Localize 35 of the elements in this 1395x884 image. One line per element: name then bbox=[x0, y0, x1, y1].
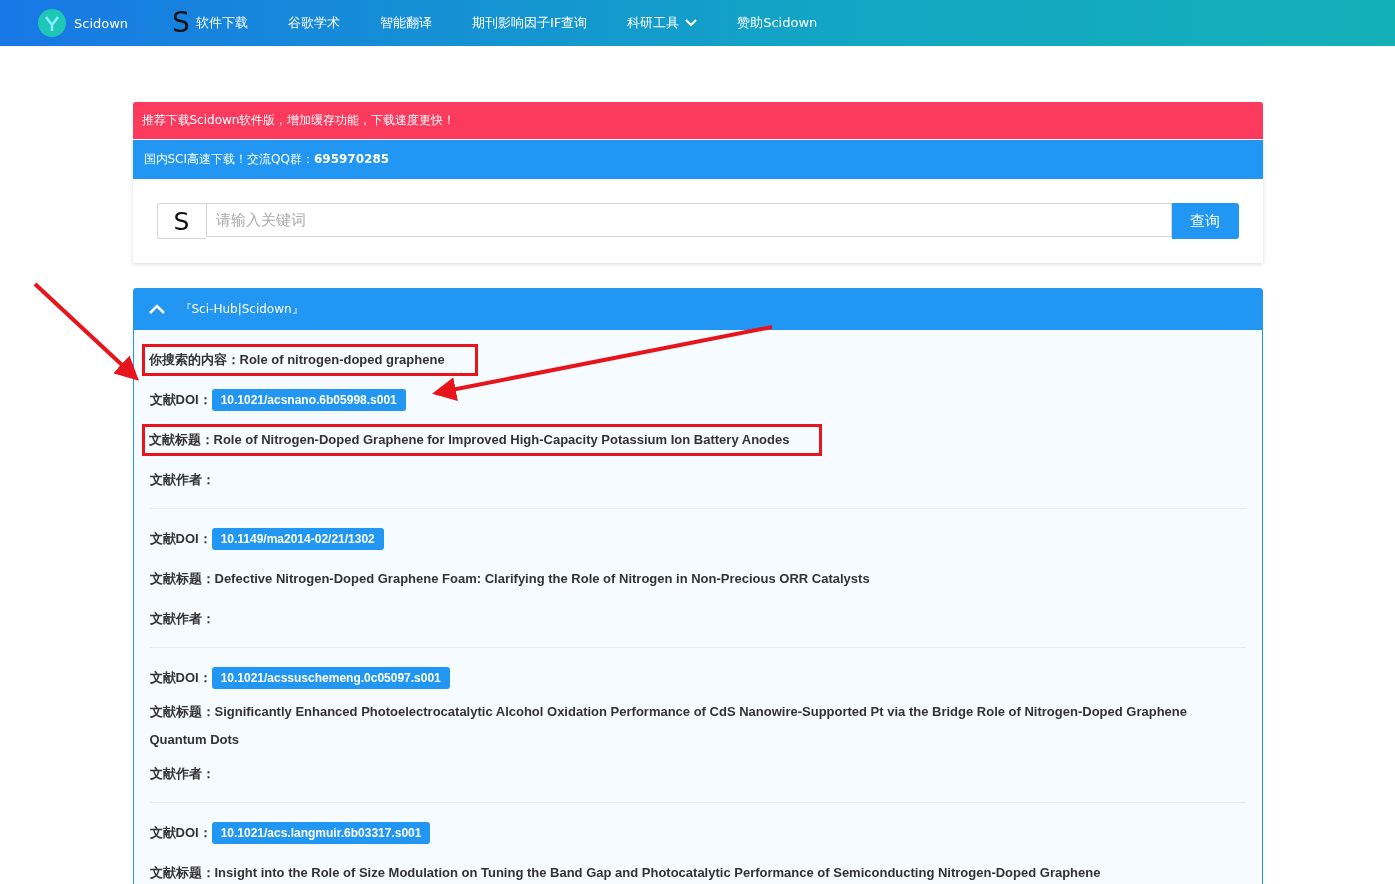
title-text: 文献标题：Role of Nitrogen-Doped Graphene for Improved High-Capacity Potassium Ion Battery Anodes bbox=[141, 424, 823, 456]
doi-link[interactable]: 10.1021/acssuschemeng.0c05097.s001 bbox=[211, 667, 450, 689]
doi-label: 文献DOI： bbox=[149, 824, 212, 842]
nav-link[interactable]: 期刊影响因子IF查询 bbox=[471, 14, 588, 32]
title-text: 文献标题：Defective Nitrogen-Doped Graphene Foam: Clarifying the Role of Nitrogen in Non-Precious ORR Catalysts bbox=[149, 570, 870, 588]
doi-label: 文献DOI： bbox=[149, 669, 212, 687]
author-label: 文献作者： bbox=[149, 610, 215, 628]
panel-title: 『Sci-Hub|Scidown』 bbox=[179, 301, 304, 318]
alert-banner: 推荐下载Scidown软件版，增加缓存功能，下载速度更快！ bbox=[132, 102, 1263, 139]
nav-label: 软件下载 bbox=[195, 14, 248, 32]
author-label: 文献作者： bbox=[149, 765, 215, 783]
input-addon: S bbox=[156, 203, 206, 239]
nav-link[interactable]: S 软件下载 bbox=[172, 9, 248, 37]
author-label: 文献作者： bbox=[149, 471, 215, 489]
card-title: 国内SCI高速下载！交流QQ群：695970285 bbox=[143, 151, 390, 168]
search-field[interactable]: 请输入关键词 bbox=[205, 203, 1172, 237]
search-query-text: 你搜索的内容：Role of nitrogen-doped graphene bbox=[141, 344, 478, 376]
search-button[interactable]: 查询 bbox=[1171, 203, 1239, 239]
doi-link[interactable]: 10.1149/ma2014-02/21/1302 bbox=[211, 528, 384, 550]
brand-link[interactable]: Scidown bbox=[38, 9, 129, 37]
nav-label: 科研工具 bbox=[627, 14, 680, 32]
doi-link[interactable]: 10.1021/acs.langmuir.6b03317.s001 bbox=[211, 822, 431, 844]
nav-link[interactable]: 谷歌学术 bbox=[287, 14, 340, 32]
chevron-up-icon[interactable] bbox=[147, 304, 166, 315]
nav-link[interactable]: 智能翻译 bbox=[379, 14, 432, 32]
chevron-down-icon bbox=[685, 19, 698, 27]
nav-link[interactable]: 赞助Scidown bbox=[737, 14, 818, 32]
title-text: 文献标题：Insight into the Role of Size Modulation on Tuning the Band Gap and Photocatalytic Performance of Semiconducting Nitrogen-Doped Graphene bbox=[149, 864, 1101, 882]
logo-icon bbox=[38, 9, 66, 37]
doi-label: 文献DOI： bbox=[149, 391, 212, 409]
doi-label: 文献DOI： bbox=[149, 530, 212, 548]
doi-link[interactable]: 10.1021/acsnano.6b05998.s001 bbox=[211, 389, 406, 411]
nav-link[interactable]: 科研工具 bbox=[627, 14, 698, 32]
title-text: 文献标题：Significantly Enhanced Photoelectrocatalytic Alcohol Oxidation Performance of CdS Nanowire-Supported Pt via the Bridge Role of Nitrogen-Doped Graphene Quantum Dots bbox=[149, 703, 1188, 749]
logo-letter: S bbox=[172, 9, 190, 37]
